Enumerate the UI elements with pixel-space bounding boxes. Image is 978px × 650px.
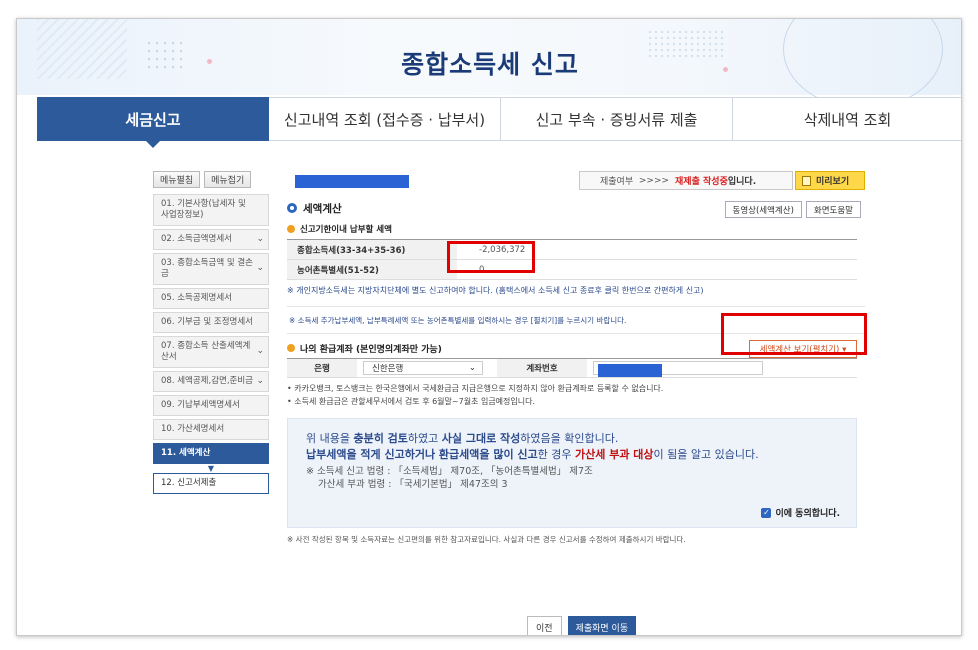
- chevron-down-icon: ⌄: [256, 233, 264, 244]
- chevron-down-icon: ⌄: [256, 346, 264, 356]
- tab-tax-filing[interactable]: 세금신고: [37, 97, 269, 148]
- redacted-field: [295, 175, 409, 188]
- sidebar-item-basic-info[interactable]: 01. 기본사항(납세자 및 사업장정보): [153, 194, 269, 226]
- highlight-box-expand-button: [721, 313, 867, 355]
- sidebar: 메뉴펼침 메뉴접기 01. 기본사항(납세자 및 사업장정보) 02. 소득금액…: [153, 171, 269, 497]
- chevron-down-icon: ⌄: [468, 363, 476, 373]
- sidebar-item-total-income[interactable]: 03. 종합소득금액 및 결손금 ⌄: [153, 253, 269, 285]
- document-icon: [802, 175, 811, 186]
- header-banner: 종합소득세 신고: [17, 19, 961, 109]
- menu-collapse-button[interactable]: 메뉴접기: [204, 171, 252, 188]
- prev-button[interactable]: 이전: [527, 616, 562, 635]
- subsection-bullet-icon: [287, 344, 295, 352]
- chevron-down-icon: ⌄: [256, 263, 264, 273]
- table-row: 종합소득세(33-34+35-36) -2,036,372: [287, 240, 857, 260]
- screen-help-button[interactable]: 화면도움말: [805, 201, 861, 218]
- subsection-bullet-icon: [287, 225, 295, 233]
- go-to-submit-button[interactable]: 제출화면 이동: [567, 616, 637, 635]
- footer-note: ※ 사전 작성된 항목 및 소득자료는 신고편의를 위한 참고자료입니다. 사실…: [287, 535, 686, 544]
- section-title: 세액계산: [303, 202, 342, 215]
- main-content: 제출여부 >>>> 재제출 작성중 입니다. 미리보기 세액계산 동영상(세액계…: [287, 171, 865, 635]
- agreement-box: 위 내용을 충분히 검토하였고 사실 그대로 작성하였음을 확인합니다. 납부세…: [287, 418, 857, 528]
- refund-notes: • 카카오뱅크, 토스뱅크는 한국은행에서 국세환급금 지급은행으로 지정하지 …: [287, 384, 664, 406]
- law-references: ※ 소득세 신고 법령 : 「소득세법」 제70조, 「농어촌특별세법」 제7조…: [306, 466, 593, 490]
- tax-table: 종합소득세(33-34+35-36) -2,036,372 농어촌특별세(51-…: [287, 239, 857, 280]
- agree-checkbox[interactable]: ✓ 이에 동의합니다.: [761, 506, 840, 519]
- menu-expand-button[interactable]: 메뉴펼침: [153, 171, 201, 188]
- app-window: 종합소득세 신고 세금신고 신고내역 조회 (접수증 · 납부서) 신고 부속 …: [16, 18, 962, 636]
- preview-button[interactable]: 미리보기: [795, 171, 865, 190]
- page-title: 종합소득세 신고: [401, 50, 579, 79]
- sidebar-item-deductions[interactable]: 05. 소득공제명세서: [153, 288, 269, 309]
- sidebar-item-submit[interactable]: 12. 신고서제출: [153, 473, 269, 494]
- chevron-down-icon: ⌄: [256, 375, 264, 386]
- sidebar-item-computed-tax[interactable]: 07. 종합소득 산출세액계산서 ⌄: [153, 336, 269, 368]
- account-number-input[interactable]: [593, 361, 763, 377]
- sidebar-item-tax-credits[interactable]: 08. 세액공제,감면,준비금 ⌄: [153, 371, 269, 392]
- sidebar-item-prepaid-tax[interactable]: 09. 기납부세액명세서: [153, 395, 269, 416]
- local-tax-note: ※ 개인지방소득세는 지방자치단체에 별도 신고하여야 합니다. (홈택스에서 …: [287, 286, 704, 295]
- tab-filing-history[interactable]: 신고내역 조회 (접수증 · 납부서): [269, 97, 501, 141]
- sidebar-item-tax-calculation[interactable]: 11. 세액계산: [153, 443, 269, 464]
- sidebar-item-penalty[interactable]: 10. 가산세명세서: [153, 419, 269, 440]
- tab-attachments[interactable]: 신고 부속 · 증빙서류 제출: [501, 97, 733, 141]
- checkmark-icon: ✓: [761, 507, 772, 518]
- main-tabs: 세금신고 신고내역 조회 (접수증 · 납부서) 신고 부속 · 증빙서류 제출…: [37, 97, 961, 148]
- table-row: 농어촌특별세(51-52) 0: [287, 260, 857, 280]
- sidebar-item-donations[interactable]: 06. 기부금 및 조정명세서: [153, 312, 269, 333]
- bank-select[interactable]: 신한은행 ⌄: [363, 361, 483, 375]
- highlight-box-income-tax: [447, 241, 535, 273]
- section-bullet-icon: [287, 203, 297, 213]
- redacted-field: [598, 364, 662, 377]
- submission-status: 제출여부 >>>> 재제출 작성중 입니다.: [579, 171, 793, 190]
- tab-deleted-history[interactable]: 삭제내역 조회: [733, 97, 961, 141]
- sidebar-item-income-statement[interactable]: 02. 소득금액명세서 ⌄: [153, 229, 269, 250]
- refund-account-row: 은행 신한은행 ⌄ 계좌번호: [287, 358, 857, 378]
- video-help-button[interactable]: 동영상(세액계산): [724, 201, 802, 218]
